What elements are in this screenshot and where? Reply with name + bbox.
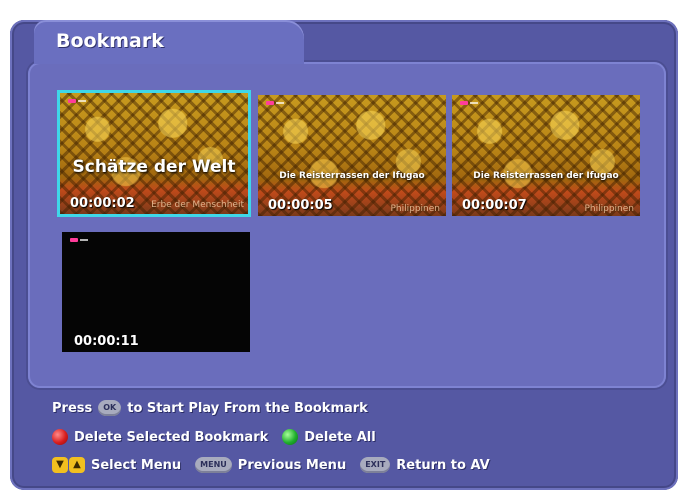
thumbnail-overlay-subtitle: Erbe der Menschheit: [151, 200, 244, 210]
ok-key-icon: OK: [98, 400, 122, 416]
delete-selected-label: Delete Selected Bookmark: [74, 429, 269, 445]
thumbnail-overlay-title: Die Reisterrassen der Ifugao: [473, 171, 619, 181]
page-title: Bookmark: [56, 30, 164, 52]
select-menu-label: Select Menu: [91, 457, 182, 473]
thumbnail-overlay-subtitle: Philippinen: [584, 204, 634, 214]
bookmark-time: 00:00:05: [268, 198, 333, 213]
bookmark-time: 00:00:02: [70, 196, 135, 211]
channel-logo-icon: [68, 99, 86, 103]
bookmark-thumbnail-1[interactable]: Schätze der Welt Erbe der Menschheit 00:…: [57, 90, 251, 217]
channel-logo-icon: [266, 101, 284, 105]
previous-menu-label: Previous Menu: [237, 457, 347, 473]
bookmark-tab: Bookmark: [34, 20, 304, 64]
channel-logo-icon: [460, 101, 478, 105]
menu-key-icon: MENU: [195, 457, 232, 473]
red-button-icon: [52, 429, 68, 445]
thumbnail-overlay-title: Schätze der Welt: [72, 157, 236, 177]
bookmark-thumbnail-4[interactable]: 00:00:11: [62, 232, 250, 352]
return-av-label: Return to AV: [396, 457, 490, 473]
channel-logo-icon: [70, 238, 88, 242]
thumbnail-overlay-subtitle: Philippinen: [390, 204, 440, 214]
exit-key-icon: EXIT: [360, 457, 391, 473]
down-arrow-icon: ▼: [52, 457, 68, 473]
bookmark-time: 00:00:11: [74, 334, 139, 349]
legend-delete: Delete Selected Bookmark Delete All: [52, 429, 376, 445]
thumbnail-overlay-title: Die Reisterrassen der Ifugao: [279, 171, 425, 181]
legend-navigation: ▼ ▲ Select Menu MENU Previous Menu EXIT …: [52, 457, 490, 473]
legend-play: Press OK to Start Play From the Bookmark: [52, 400, 368, 416]
bookmark-time: 00:00:07: [462, 198, 527, 213]
up-arrow-icon: ▲: [69, 457, 85, 473]
legend-play-label: to Start Play From the Bookmark: [127, 400, 368, 416]
bookmark-thumbnail-3[interactable]: Die Reisterrassen der Ifugao Philippinen…: [452, 95, 640, 216]
legend-press-label: Press: [52, 400, 93, 416]
bookmark-thumbnail-2[interactable]: Die Reisterrassen der Ifugao Philippinen…: [258, 95, 446, 216]
delete-all-label: Delete All: [304, 429, 376, 445]
green-button-icon: [282, 429, 299, 445]
